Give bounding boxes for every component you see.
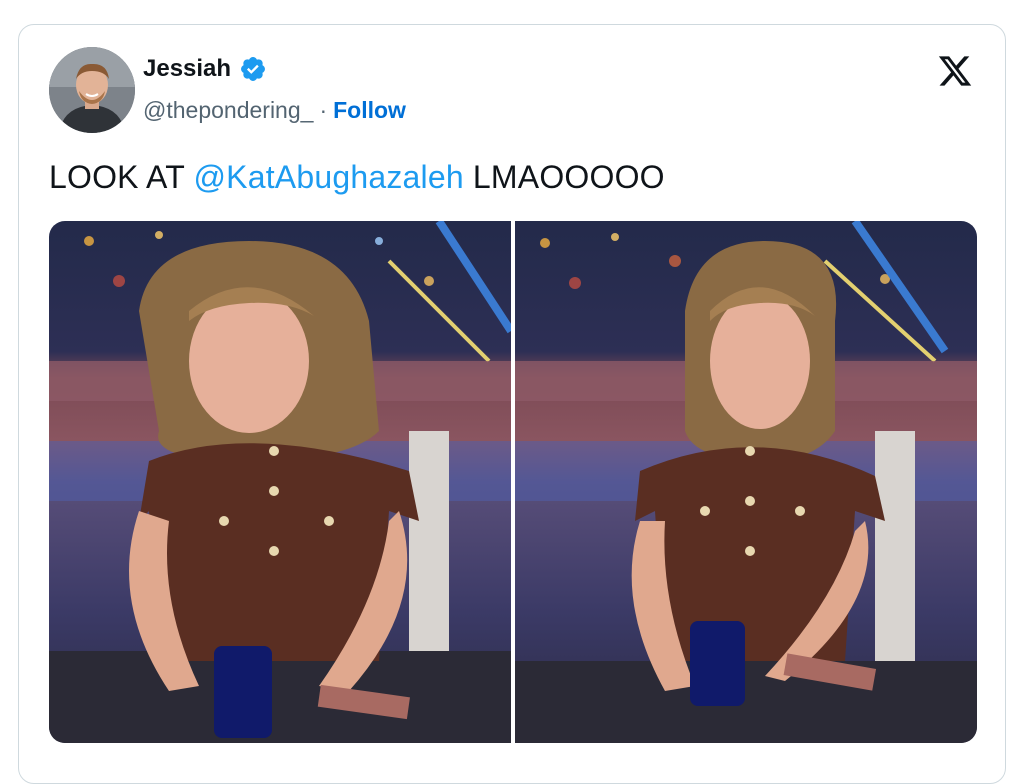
author-handle-row: @thepondering_ · Follow xyxy=(143,97,406,124)
avatar-image xyxy=(49,47,135,133)
verified-badge-icon xyxy=(239,55,267,83)
author-name-row: Jessiah xyxy=(143,55,267,83)
tweet-text-before: LOOK AT xyxy=(49,159,194,195)
tweet-media-grid xyxy=(49,221,977,743)
follow-button[interactable]: Follow xyxy=(333,97,406,124)
x-logo-icon[interactable] xyxy=(935,53,975,89)
author-avatar[interactable] xyxy=(49,47,135,133)
tweet-text: LOOK AT @KatAbughazaleh LMAOOOOO xyxy=(49,159,665,196)
mention-link[interactable]: @KatAbughazaleh xyxy=(193,159,463,195)
tweet-text-after: LMAOOOOO xyxy=(463,159,665,195)
author-handle[interactable]: @thepondering_ xyxy=(143,97,313,124)
author-name[interactable]: Jessiah xyxy=(143,55,231,83)
separator-dot: · xyxy=(319,97,328,123)
media-photo-left[interactable] xyxy=(49,221,511,743)
media-photo-right[interactable] xyxy=(515,221,977,743)
tweet-card[interactable]: Jessiah @thepondering_ · Follow LOOK AT … xyxy=(18,24,1006,784)
